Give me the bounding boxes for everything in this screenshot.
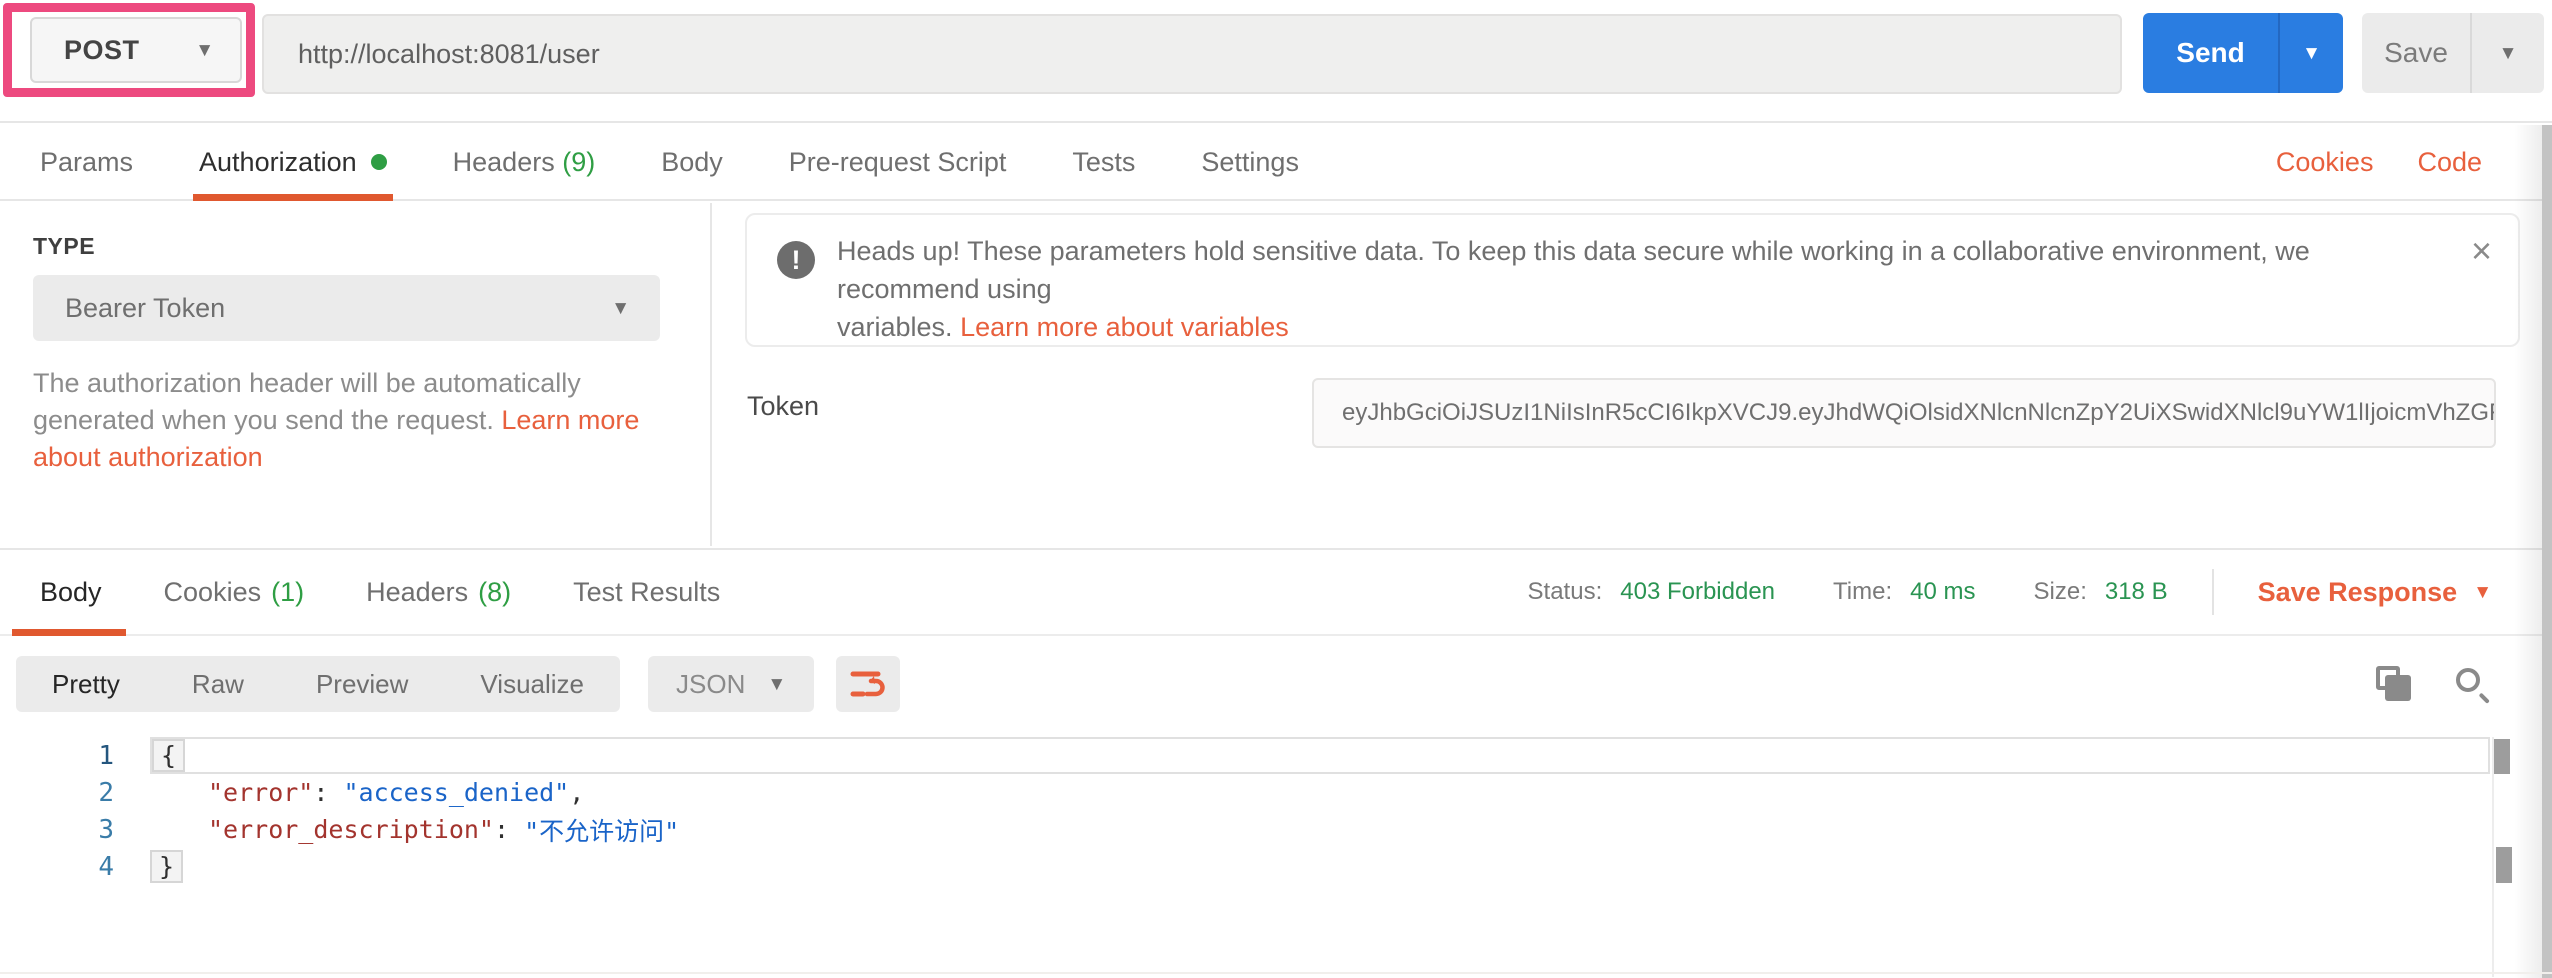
line-number[interactable]: 2 (0, 778, 128, 808)
wrap-lines-button[interactable] (836, 656, 900, 712)
response-tab-test-results[interactable]: Test Results (573, 550, 720, 634)
code-link[interactable]: Code (2417, 147, 2482, 178)
response-view-toolbar: Pretty Raw Preview Visualize JSON ▼ (16, 654, 2512, 714)
response-meta: Status: 403 Forbidden Time: 40 ms Size: … (1528, 569, 2492, 615)
method-value: POST (64, 35, 140, 66)
auth-detail-panel: ! Heads up! These parameters hold sensit… (714, 203, 2552, 546)
save-response-button[interactable]: Save Response ▼ (2258, 577, 2492, 608)
response-tool-icons (2376, 666, 2512, 702)
request-tabs-list: Params Authorization Headers (9) Body Pr… (40, 125, 1299, 199)
meta-divider (2212, 569, 2214, 615)
line-number[interactable]: 1 (0, 741, 128, 771)
request-bar: POST ▼ http://localhost:8081/user Send ▼… (0, 0, 2552, 123)
tab-tests[interactable]: Tests (1072, 125, 1135, 199)
scrollbar-thumb[interactable] (2494, 739, 2510, 774)
view-mode-group: Pretty Raw Preview Visualize (16, 656, 620, 712)
authorization-section: TYPE Bearer Token ▼ The authorization he… (0, 203, 2552, 546)
code-line-2: 2 "error": "access_denied", (0, 774, 2552, 811)
request-tab-links: Cookies Code (2276, 147, 2512, 178)
cookies-count-badge: (1) (271, 577, 304, 608)
time-label: Time: (1833, 578, 1892, 606)
tab-settings[interactable]: Settings (1201, 125, 1299, 199)
token-label: Token (747, 391, 819, 422)
code-line-1: 1 { (0, 737, 2552, 774)
method-dropdown[interactable]: POST ▼ (30, 17, 242, 83)
learn-more-variables-link[interactable]: Learn more about variables (960, 312, 1289, 342)
authorization-active-dot (371, 154, 387, 170)
format-value: JSON (676, 669, 745, 700)
search-icon[interactable] (2454, 666, 2490, 702)
view-preview-button[interactable]: Preview (280, 656, 444, 712)
chevron-down-icon: ▼ (767, 675, 786, 694)
tab-headers[interactable]: Headers (9) (453, 125, 596, 199)
size-label: Size: (2034, 578, 2087, 606)
save-button-label[interactable]: Save (2362, 13, 2472, 93)
response-tabs-list: Body Cookies(1) Headers(8) Test Results (40, 550, 720, 634)
line-number[interactable]: 3 (0, 815, 128, 845)
tab-authorization[interactable]: Authorization (199, 125, 387, 199)
code-line-3: 3 "error_description": "不允许访问" (0, 811, 2552, 848)
auth-type-label: TYPE (33, 233, 95, 260)
cookies-link[interactable]: Cookies (2276, 147, 2374, 178)
postman-request-window: POST ▼ http://localhost:8081/user Send ▼… (0, 0, 2552, 978)
banner-text: Heads up! These parameters hold sensitiv… (837, 232, 2422, 346)
format-dropdown[interactable]: JSON ▼ (648, 656, 814, 712)
status-label: Status: (1528, 578, 1603, 606)
response-tabs: Body Cookies(1) Headers(8) Test Results … (0, 550, 2552, 636)
open-brace[interactable]: { (152, 739, 185, 772)
save-button[interactable]: Save ▼ (2362, 13, 2544, 93)
chevron-down-icon: ▼ (2473, 583, 2492, 602)
response-tab-body[interactable]: Body (40, 550, 102, 634)
tab-prerequest-script[interactable]: Pre-request Script (789, 125, 1007, 199)
auth-type-panel: TYPE Bearer Token ▼ The authorization he… (0, 203, 712, 546)
view-visualize-button[interactable]: Visualize (444, 656, 620, 712)
headers-count-badge: (9) (562, 147, 595, 178)
view-raw-button[interactable]: Raw (156, 656, 280, 712)
copy-icon[interactable] (2376, 666, 2412, 702)
size-value: 318 B (2105, 578, 2168, 606)
close-brace[interactable]: } (150, 850, 183, 883)
chevron-down-icon: ▼ (2302, 44, 2321, 63)
code-line-4: 4 } (0, 848, 2552, 885)
close-icon[interactable]: × (2471, 233, 2492, 269)
tab-body[interactable]: Body (661, 125, 723, 199)
code-line-content: { (150, 737, 2490, 774)
response-body-code[interactable]: 1 { 2 "error": "access_denied", 3 "error… (0, 737, 2552, 937)
status-value: 403 Forbidden (1620, 578, 1775, 606)
line-number[interactable]: 4 (0, 852, 128, 882)
response-section: Body Cookies(1) Headers(8) Test Results … (0, 548, 2552, 978)
scrollbar-thumb[interactable] (2496, 847, 2512, 883)
save-options-caret[interactable]: ▼ (2472, 13, 2544, 93)
warning-icon: ! (777, 241, 815, 279)
code-line-content: "error_description": "不允许访问" (150, 811, 2490, 848)
code-line-content: } (150, 848, 2490, 885)
url-value: http://localhost:8081/user (298, 39, 600, 70)
view-pretty-button[interactable]: Pretty (16, 656, 156, 712)
send-button[interactable]: Send ▼ (2143, 13, 2343, 93)
code-line-content: "error": "access_denied", (150, 774, 2490, 811)
url-input[interactable]: http://localhost:8081/user (262, 14, 2122, 94)
sensitive-data-banner: ! Heads up! These parameters hold sensit… (745, 213, 2520, 347)
send-button-label[interactable]: Send (2143, 13, 2280, 93)
pane-scrollbar[interactable] (2542, 125, 2552, 978)
auth-type-dropdown[interactable]: Bearer Token ▼ (33, 275, 660, 341)
chevron-down-icon: ▼ (611, 299, 630, 318)
chevron-down-icon: ▼ (2499, 44, 2518, 63)
auth-description: The authorization header will be automat… (33, 365, 651, 476)
response-headers-count-badge: (8) (478, 577, 511, 608)
auth-type-value: Bearer Token (65, 293, 225, 324)
bottom-divider (0, 972, 2552, 974)
token-input[interactable]: eyJhbGciOiJSUzI1NiIsInR5cCI6IkpXVCJ9.eyJ… (1312, 378, 2496, 448)
request-tabs: Params Authorization Headers (9) Body Pr… (0, 125, 2552, 201)
response-tab-cookies[interactable]: Cookies(1) (164, 550, 305, 634)
tab-params[interactable]: Params (40, 125, 133, 199)
response-tab-headers[interactable]: Headers(8) (366, 550, 511, 634)
chevron-down-icon: ▼ (195, 41, 214, 60)
send-options-caret[interactable]: ▼ (2280, 13, 2343, 93)
token-value: eyJhbGciOiJSUzI1NiIsInR5cCI6IkpXVCJ9.eyJ… (1342, 399, 2496, 427)
wrap-lines-icon (850, 668, 886, 700)
time-value: 40 ms (1910, 578, 1975, 606)
